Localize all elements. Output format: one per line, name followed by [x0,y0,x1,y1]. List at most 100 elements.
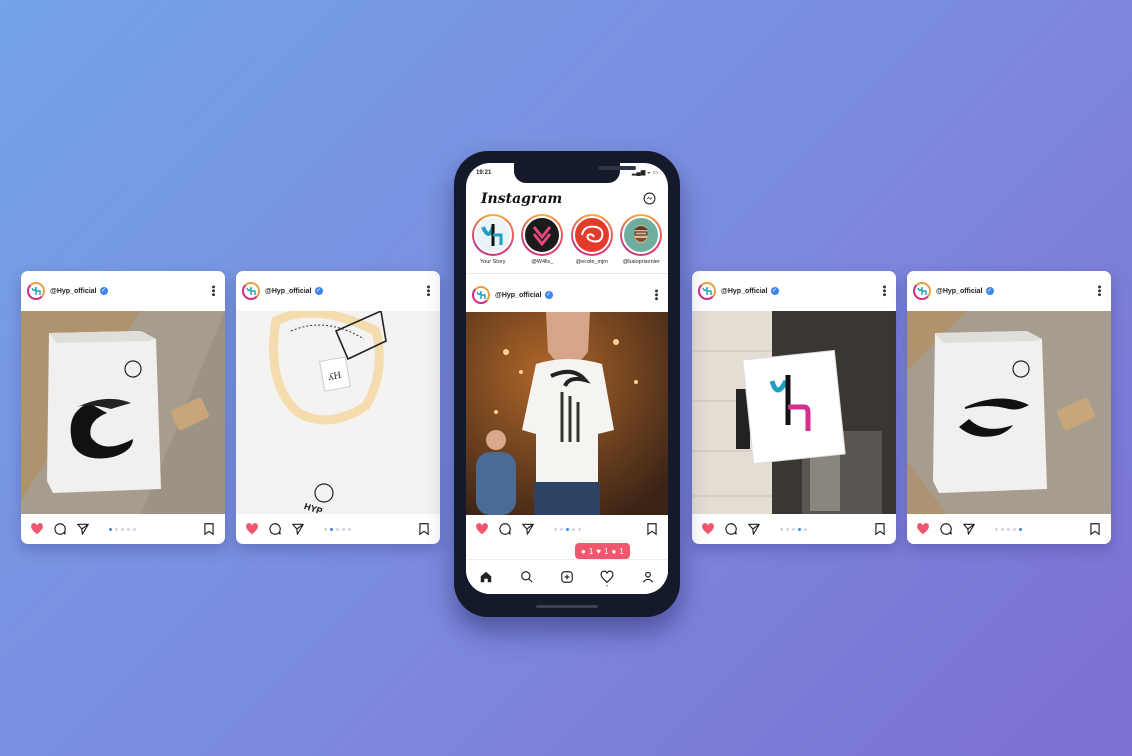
comment-icon[interactable] [724,522,738,536]
username[interactable]: @Hyp_official [265,288,312,295]
story-item[interactable]: Your Story [470,214,516,270]
like-heart-icon[interactable] [475,522,489,536]
story-label: @ecole_mjm [575,259,608,265]
avatar[interactable] [27,282,45,300]
story-label: @W4lls_ [531,259,554,265]
username[interactable]: @Hyp_official [50,288,97,295]
comment-icon[interactable] [53,522,67,536]
post-photo [692,311,896,514]
status-time: 19:21 [476,170,492,176]
post-card: @Hyp_official ✓ ••• [907,271,1111,544]
like-heart-icon[interactable] [701,522,715,536]
like-heart-icon[interactable] [916,522,930,536]
post-photo [21,311,225,514]
share-icon[interactable] [962,522,976,536]
verified-badge-icon: ✓ [99,287,108,295]
post-header: @Hyp_official ✓ ••• [21,271,225,311]
add-post-icon[interactable] [560,570,574,584]
post-photo [907,311,1111,514]
comment-icon[interactable] [268,522,282,536]
promo-canvas: { "colors":{"accent":"#f0566d","verified… [0,0,1132,756]
stories-row: Your Story @W4lls_ @ecole_mjm @balopriso… [466,214,668,270]
post-actions [466,515,668,543]
story-item[interactable]: @baloprisonier [618,214,664,270]
comment-icon[interactable] [498,522,512,536]
search-icon[interactable] [520,570,534,584]
post-header: @Hyp_official ✓ ••• [907,271,1111,311]
post-actions [907,514,1111,544]
post-header: @Hyp_official ✓ ••• [236,271,440,311]
tab-bar [466,559,668,594]
profile-icon[interactable] [641,570,655,584]
follower-icon: ● [611,546,617,556]
more-options-icon[interactable]: ••• [878,285,890,297]
more-options-icon[interactable]: ••• [1093,285,1105,297]
story-label: Your Story [480,259,506,265]
story-item[interactable]: @W4lls_ [519,214,565,270]
share-icon[interactable] [521,522,535,536]
post-photo: ʎH HYP [236,311,440,514]
story-avatar [580,225,604,243]
follow-count: 1 [619,546,624,556]
phone-screen: 19:21 ▂▄▆ ◒ ▭ Instagram Your Story @W4ll… [466,163,668,594]
post-photo [466,312,668,515]
activity-notification[interactable]: ● 1 ♥ 1 ● 1 [575,543,630,563]
like-heart-icon[interactable] [245,522,259,536]
carousel-dots [554,527,581,531]
carousel-dots [995,527,1022,531]
avatar[interactable] [242,282,260,300]
bookmark-icon[interactable] [417,522,431,536]
comment-bubble-icon: ● [581,546,586,556]
post-card: @Hyp_official ✓ ••• [21,271,225,544]
home-indicator [536,605,598,608]
app-title: Instagram [481,191,563,207]
heart-icon[interactable] [600,570,614,587]
like-heart-icon: ♥ [596,546,602,556]
carousel-dots [324,527,351,531]
post-actions [692,514,896,544]
avatar[interactable] [698,282,716,300]
verified-badge-icon: ✓ [314,287,323,295]
more-options-icon[interactable]: ••• [207,285,219,297]
share-icon[interactable] [747,522,761,536]
share-icon[interactable] [291,522,305,536]
more-options-icon[interactable]: ••• [422,285,434,297]
post-header: @Hyp_official ✓ ••• [692,271,896,311]
avatar[interactable] [472,286,490,304]
bookmark-icon[interactable] [645,522,659,536]
like-heart-icon[interactable] [30,522,44,536]
carousel-dots [109,527,136,531]
home-icon[interactable] [479,570,493,584]
story-avatar [634,225,649,243]
story-avatar [533,226,552,247]
divider [466,273,668,274]
post-card: @Hyp_official ✓ ••• [692,271,896,544]
battery-icon: ▂▄▆ ◒ ▭ [631,170,658,176]
bookmark-icon[interactable] [873,522,887,536]
phone-mockup: 19:21 ▂▄▆ ◒ ▭ Instagram Your Story @W4ll… [454,151,680,617]
username[interactable]: @Hyp_official [721,288,768,295]
username[interactable]: @Hyp_official [936,288,983,295]
post-actions [236,514,440,544]
story-item[interactable]: @ecole_mjm [569,214,615,270]
verified-badge-icon: ✓ [985,287,994,295]
share-icon[interactable] [76,522,90,536]
post-actions [21,514,225,544]
like-count: 1 [604,546,609,556]
bookmark-icon[interactable] [202,522,216,536]
verified-badge-icon: ✓ [544,291,553,299]
verified-badge-icon: ✓ [770,287,779,295]
messenger-icon[interactable] [643,192,656,205]
app-header: Instagram [466,187,668,213]
comment-count: 1 [588,546,594,556]
username[interactable]: @Hyp_official [495,292,542,299]
more-options-icon[interactable]: ••• [650,289,662,301]
story-label: @baloprisonier [622,259,660,265]
phone-notch [514,163,636,183]
post-card: @Hyp_official ✓ ••• ʎH HYP [236,271,440,544]
avatar[interactable] [913,282,931,300]
bookmark-icon[interactable] [1088,522,1102,536]
carousel-dots [780,527,807,531]
story-avatar [480,224,503,246]
comment-icon[interactable] [939,522,953,536]
